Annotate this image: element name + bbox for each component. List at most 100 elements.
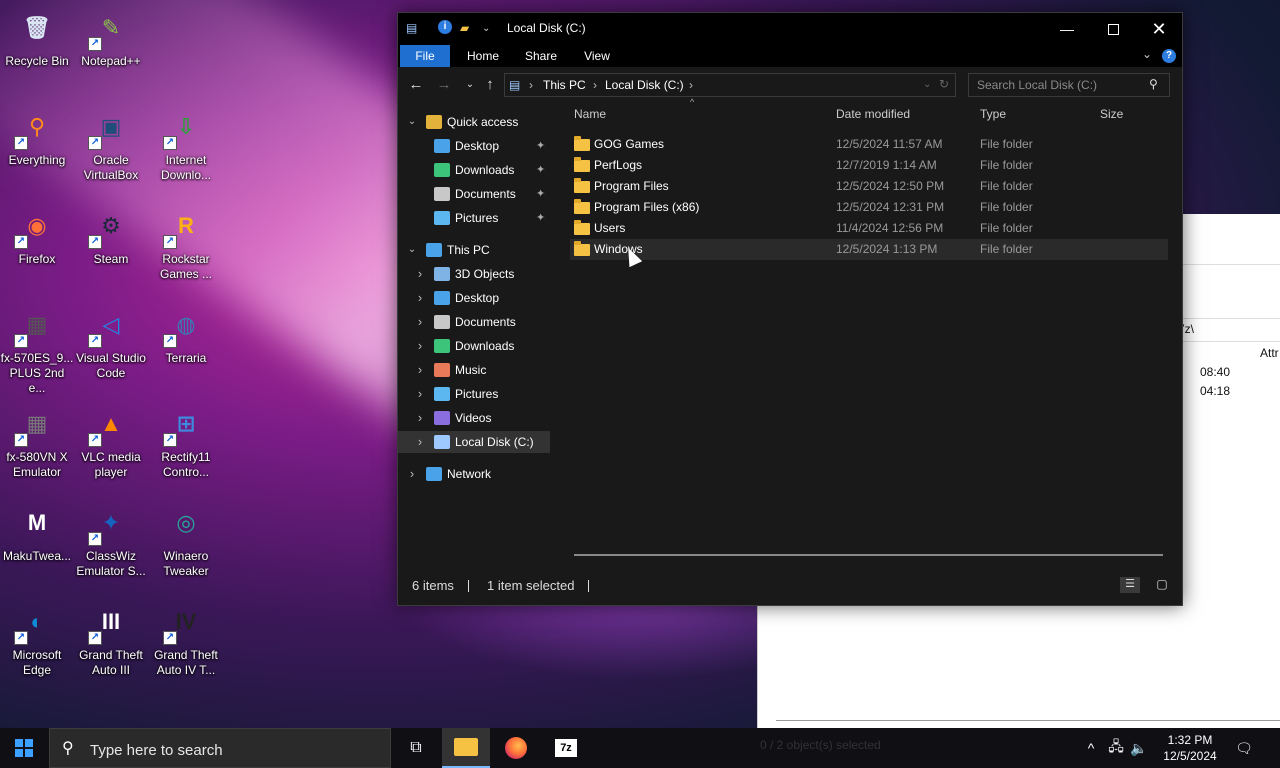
- nav-pc-pictures[interactable]: › Pictures: [398, 383, 550, 405]
- desktop-icon[interactable]: ◎ Winaero Tweaker: [149, 501, 223, 579]
- chevron-right-icon[interactable]: ›: [414, 431, 426, 453]
- customize-toolbar-chevron-icon[interactable]: ⌄: [482, 23, 490, 34]
- clock[interactable]: 1:32 PM 12/5/2024: [1150, 732, 1230, 764]
- desktop-icon[interactable]: ◐ ↗ Microsoft Edge: [0, 600, 74, 678]
- chevron-right-icon[interactable]: ›: [414, 311, 426, 333]
- notifications-button[interactable]: 🗨: [1232, 728, 1256, 768]
- taskbar-search[interactable]: ⚲: [49, 728, 391, 768]
- chevron-right-icon[interactable]: ›: [414, 359, 426, 381]
- chevron-down-icon[interactable]: ⌄: [406, 111, 418, 133]
- file-row[interactable]: Windows 12/5/2024 1:13 PM File folder: [570, 239, 1168, 260]
- desktop-icon[interactable]: ✦ ↗ ClassWiz Emulator S...: [74, 501, 148, 579]
- volume-tray-button[interactable]: 🔈: [1128, 728, 1150, 768]
- desktop-icon[interactable]: IV ↗ Grand Theft Auto IV T...: [149, 600, 223, 678]
- file-row[interactable]: Program Files (x86) 12/5/2024 12:31 PM Fil…: [570, 197, 1168, 218]
- chevron-right-icon[interactable]: ›: [414, 287, 426, 309]
- horizontal-scrollbar[interactable]: [574, 554, 1163, 556]
- breadcrumb-separator-icon[interactable]: ›: [593, 78, 597, 92]
- nav-pc-videos[interactable]: › Videos: [398, 407, 550, 429]
- chevron-right-icon[interactable]: ›: [414, 263, 426, 285]
- desktop-icon[interactable]: ⚙ ↗ Steam: [74, 204, 148, 267]
- nav-quick-documents[interactable]: Documents ✦: [398, 183, 550, 205]
- nav-quick-downloads[interactable]: Downloads ✦: [398, 159, 550, 181]
- desktop-icon[interactable]: ▦ ↗ fx-570ES_9... PLUS 2nd e...: [0, 303, 74, 396]
- start-button[interactable]: [0, 728, 48, 768]
- chevron-right-icon[interactable]: ›: [406, 463, 418, 485]
- network-tray-button[interactable]: 🖧: [1104, 728, 1128, 768]
- nav-quick-pictures[interactable]: Pictures ✦: [398, 207, 550, 229]
- forward-button[interactable]: →: [434, 75, 454, 95]
- minimize-button[interactable]: —: [1044, 13, 1090, 45]
- back-button[interactable]: ←: [406, 75, 426, 95]
- tab-view[interactable]: View: [572, 45, 622, 67]
- file-row[interactable]: Program Files 12/5/2024 12:50 PM File fold…: [570, 176, 1168, 197]
- tab-share[interactable]: Share: [516, 45, 566, 67]
- desktop-icon[interactable]: ◁ ↗ Visual Studio Code: [74, 303, 148, 381]
- maximize-button[interactable]: [1090, 13, 1136, 45]
- up-button[interactable]: ↑: [480, 75, 500, 95]
- nav-this-pc[interactable]: ⌄ This PC: [398, 239, 550, 261]
- column-header-size[interactable]: Size: [1100, 107, 1123, 125]
- desktop-icon[interactable]: M MakuTwea...: [0, 501, 74, 564]
- desktop-icon[interactable]: ▣ ↗ Oracle VirtualBox: [74, 105, 148, 183]
- properties-icon[interactable]: i: [438, 20, 452, 34]
- file-explorer-window[interactable]: ▤ i ▰ ⌄ Local Disk (C:) — ✕ File Home Sh…: [397, 12, 1183, 606]
- nav-pc-downloads[interactable]: › Downloads: [398, 335, 550, 357]
- nav-pc-desktop[interactable]: › Desktop: [398, 287, 550, 309]
- file-explorer-taskbar-button[interactable]: [442, 728, 490, 768]
- column-header-date[interactable]: Date modified: [836, 107, 910, 125]
- desktop-icon[interactable]: R ↗ Rockstar Games ...: [149, 204, 223, 282]
- large-icons-view-icon[interactable]: ▢: [1154, 577, 1170, 593]
- refresh-icon[interactable]: ↻: [939, 77, 949, 91]
- task-view-button[interactable]: ⧉: [392, 728, 440, 768]
- nav-pc-3d-objects[interactable]: › 3D Objects: [398, 263, 550, 285]
- chevron-right-icon[interactable]: ›: [414, 335, 426, 357]
- column-header-type[interactable]: Type: [980, 107, 1006, 125]
- recent-locations-button[interactable]: ⌄: [460, 75, 480, 95]
- tab-file[interactable]: File: [400, 45, 450, 67]
- breadcrumb-separator-icon[interactable]: ›: [529, 78, 533, 92]
- nav-pc-documents[interactable]: › Documents: [398, 311, 550, 333]
- breadcrumb-this-pc[interactable]: This PC: [543, 78, 586, 92]
- breadcrumb-separator-icon[interactable]: ›: [689, 78, 693, 92]
- nav-quick-access[interactable]: ⌄ Quick access: [398, 111, 550, 133]
- desktop-icon[interactable]: III ↗ Grand Theft Auto III: [74, 600, 148, 678]
- breadcrumb-local-disk[interactable]: Local Disk (C:): [605, 78, 684, 92]
- nav-quick-desktop[interactable]: Desktop ✦: [398, 135, 550, 157]
- address-dropdown-icon[interactable]: ⌄: [923, 79, 931, 90]
- desktop-icon[interactable]: ⚲ ↗ Everything: [0, 105, 74, 168]
- nav-pc-music[interactable]: › Music: [398, 359, 550, 381]
- desktop-icon[interactable]: ◉ ↗ Firefox: [0, 204, 74, 267]
- chevron-down-icon[interactable]: ⌄: [406, 239, 418, 261]
- chevron-right-icon[interactable]: ›: [414, 407, 426, 429]
- column-header-name[interactable]: Name: [574, 107, 606, 125]
- desktop-icon[interactable]: ✎ ↗ Notepad++: [74, 6, 148, 69]
- 7zip-taskbar-button[interactable]: 7z: [542, 728, 590, 768]
- search-input[interactable]: [975, 76, 1149, 94]
- search-icon[interactable]: ⚲: [1149, 77, 1158, 91]
- close-button[interactable]: ✕: [1136, 13, 1182, 45]
- title-bar[interactable]: ▤ i ▰ ⌄ Local Disk (C:) — ✕: [398, 13, 1182, 45]
- help-icon[interactable]: ?: [1162, 49, 1176, 63]
- file-row[interactable]: PerfLogs 12/7/2019 1:14 AM File folder: [570, 155, 1168, 176]
- desktop-icon[interactable]: ▦ ↗ fx-580VN X Emulator: [0, 402, 74, 480]
- file-row[interactable]: GOG Games 12/5/2024 11:57 AM File folder: [570, 134, 1168, 155]
- file-row[interactable]: Users 11/4/2024 12:56 PM File folder: [570, 218, 1168, 239]
- expand-ribbon-chevron-icon[interactable]: ⌄: [1142, 47, 1152, 61]
- desktop-icon[interactable]: ▲ ↗ VLC media player: [74, 402, 148, 480]
- nav-network[interactable]: › Network: [398, 463, 550, 485]
- new-folder-icon[interactable]: ▰: [460, 21, 469, 35]
- show-hidden-icons-button[interactable]: ^: [1080, 728, 1102, 768]
- desktop-icon[interactable]: ⊞ ↗ Rectify11 Contro...: [149, 402, 223, 480]
- nav-pc-local-disk-c-[interactable]: › Local Disk (C:): [398, 431, 550, 453]
- tab-home[interactable]: Home: [458, 45, 508, 67]
- firefox-taskbar-button[interactable]: [492, 728, 540, 768]
- taskbar-search-input[interactable]: [88, 739, 382, 761]
- chevron-right-icon[interactable]: ›: [414, 383, 426, 405]
- search-box[interactable]: ⚲: [968, 73, 1170, 97]
- desktop-icon[interactable]: ⇩ ↗ Internet Downlo...: [149, 105, 223, 183]
- details-view-icon[interactable]: ☰: [1120, 577, 1140, 593]
- address-bar[interactable]: ▤ › This PC › Local Disk (C:) › ⌄ ↻: [504, 73, 956, 97]
- desktop-icon[interactable]: 🗑 Recycle Bin: [0, 6, 74, 69]
- desktop-icon[interactable]: ◍ ↗ Terraria: [149, 303, 223, 366]
